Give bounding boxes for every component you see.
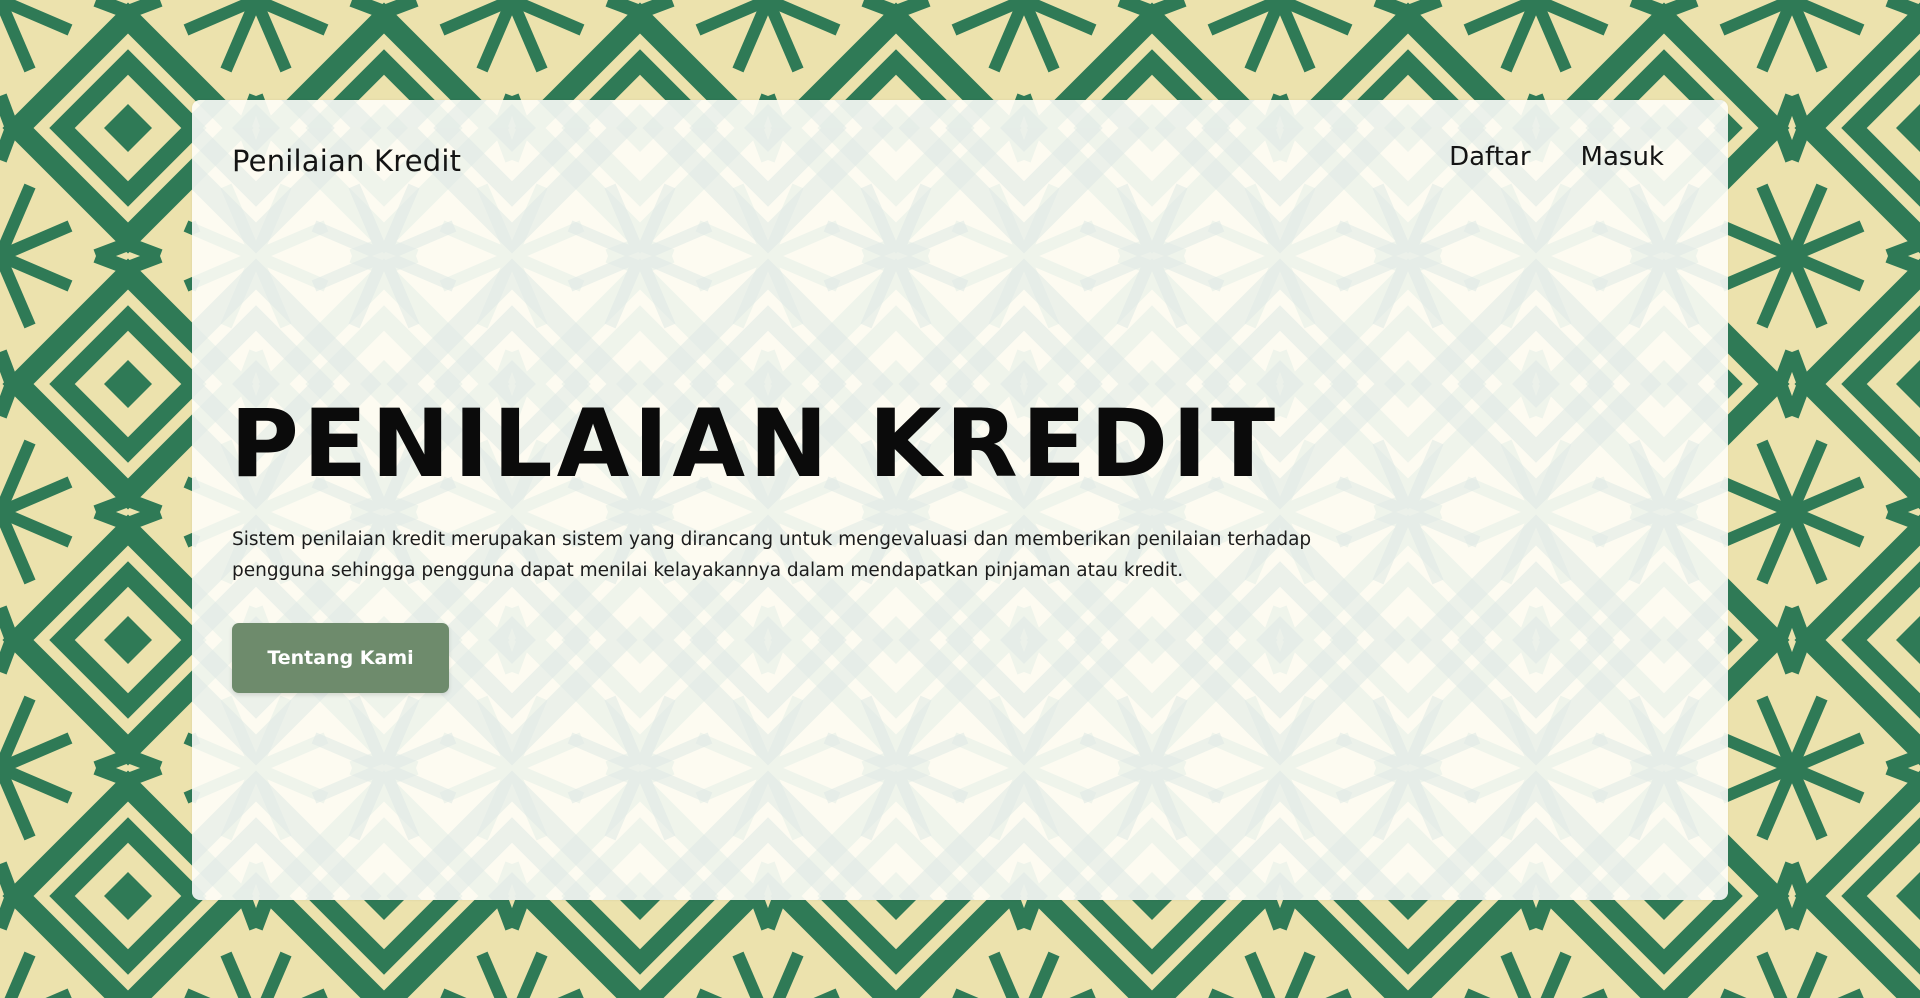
nav-link-daftar[interactable]: Daftar xyxy=(1449,142,1530,172)
brand-title[interactable]: Penilaian Kredit xyxy=(232,144,461,178)
top-nav: Daftar Masuk xyxy=(1449,142,1664,172)
hero-description: Sistem penilaian kredit merupakan sistem… xyxy=(232,529,1312,581)
hero-title: PENILAIAN KREDIT xyxy=(230,390,1280,499)
nav-link-masuk[interactable]: Masuk xyxy=(1581,142,1664,172)
hero-card: Penilaian Kredit Daftar Masuk PENILAIAN … xyxy=(192,100,1728,900)
about-us-button[interactable]: Tentang Kami xyxy=(232,623,449,693)
